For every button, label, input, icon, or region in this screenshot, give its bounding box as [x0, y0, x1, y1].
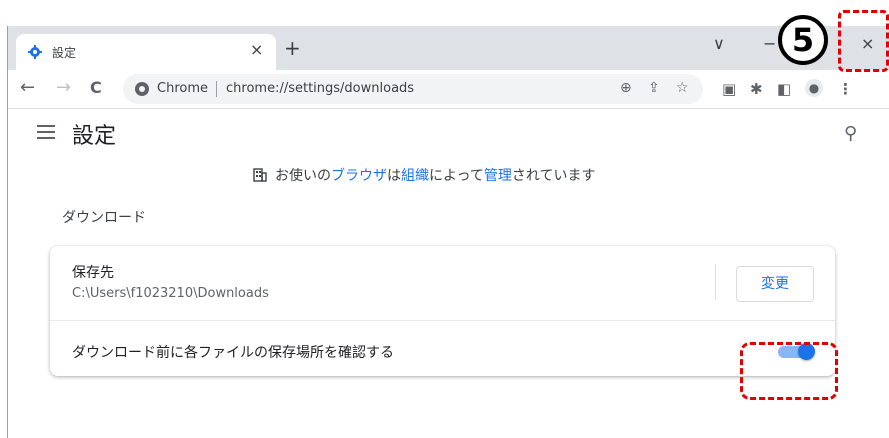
profile-avatar-icon[interactable]: ●	[805, 79, 823, 97]
step-number-badge: 5	[778, 15, 828, 65]
tab-search-icon[interactable]: ∨	[713, 34, 725, 53]
tab-close-icon[interactable]: ×	[250, 40, 263, 59]
ask-where-label: ダウンロード前に各ファイルの保存場所を確認する	[72, 345, 394, 361]
extension-puzzle-square-icon[interactable]: ▣	[722, 80, 736, 98]
location-path: C:\Users\f1023210\Downloads	[72, 286, 269, 301]
vertical-divider	[715, 264, 716, 300]
side-panel-icon[interactable]: ◧	[777, 80, 791, 98]
extensions-icon[interactable]: ✱	[750, 80, 763, 98]
page-title: 設定	[72, 124, 117, 149]
zoom-icon[interactable]: ⊕	[620, 80, 632, 96]
omnibox-divider	[216, 81, 217, 97]
reload-icon[interactable]: C	[90, 78, 102, 98]
url-text[interactable]: chrome://settings/downloads	[226, 81, 414, 96]
share-icon[interactable]: ⇪	[648, 80, 660, 96]
managed-link-manage[interactable]: 管理	[484, 168, 512, 184]
search-icon[interactable]: ⚲	[844, 123, 857, 144]
highlight-close-box	[838, 10, 889, 72]
forward-icon[interactable]: →	[56, 78, 71, 98]
address-bar[interactable]: Chrome chrome://settings/downloads ⊕ ⇪ ☆	[123, 74, 703, 104]
minimize-icon[interactable]: −	[763, 34, 776, 53]
new-tab-button[interactable]: +	[284, 38, 301, 58]
managed-suffix: されています	[511, 168, 596, 184]
more-menu-icon[interactable]: ⋮	[838, 80, 853, 98]
row-divider	[50, 320, 835, 321]
chrome-icon	[135, 82, 149, 96]
bookmark-star-icon[interactable]: ☆	[676, 80, 689, 96]
toolbar: ← → C Chrome chrome://settings/downloads…	[8, 70, 889, 109]
site-name: Chrome	[157, 81, 208, 96]
tab-settings[interactable]: 設定 ×	[16, 34, 276, 70]
title-bar: 設定 × + ∨ − ×	[8, 26, 889, 70]
managed-text: は	[387, 168, 401, 184]
tab-title: 設定	[52, 46, 77, 60]
managed-notice: お使いのブラウザは組織によって管理されています	[253, 165, 595, 185]
settings-header: 設定 ⚲	[8, 109, 889, 165]
downloads-card: 保存先 C:\Users\f1023210\Downloads 変更 ダウンロー…	[50, 246, 835, 376]
change-location-button[interactable]: 変更	[736, 266, 814, 302]
building-icon	[253, 168, 267, 182]
managed-link-org[interactable]: 組織	[401, 168, 429, 184]
managed-text-2: によって	[429, 168, 484, 184]
hamburger-menu-icon[interactable]	[37, 125, 55, 143]
location-label: 保存先	[72, 265, 114, 281]
gear-icon	[28, 45, 42, 59]
managed-prefix: お使いの	[275, 168, 331, 184]
highlight-toggle-box	[740, 342, 838, 400]
managed-link-browser[interactable]: ブラウザ	[331, 168, 387, 184]
back-icon[interactable]: ←	[20, 78, 35, 98]
section-title-downloads: ダウンロード	[62, 210, 146, 226]
